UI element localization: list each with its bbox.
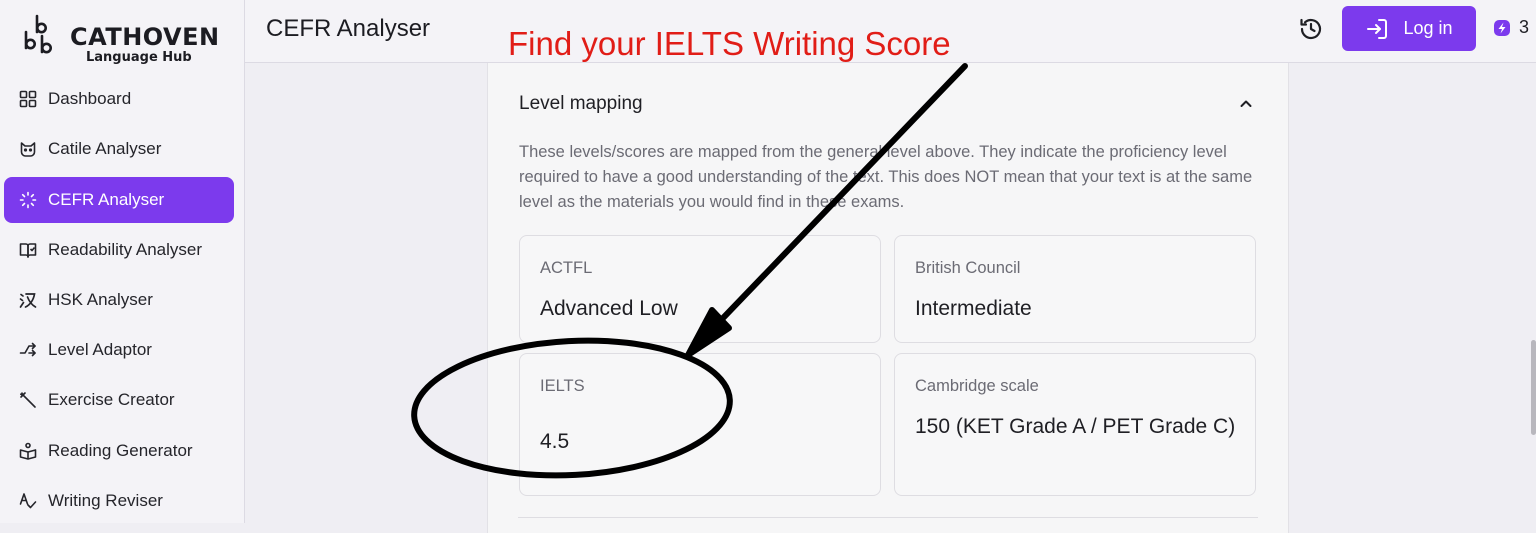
login-label: Log in (1403, 18, 1453, 38)
sidebar-item-label: Writing Reviser (48, 491, 163, 510)
sidebar-item-label: CEFR Analyser (48, 190, 165, 209)
tile-ielts: IELTS 4.5 (519, 353, 881, 496)
login-button[interactable]: Log in (1342, 6, 1476, 51)
sidebar-item-label: Catile Analyser (48, 139, 162, 158)
loader-icon (18, 190, 38, 210)
section-title[interactable]: Level mapping (519, 93, 643, 115)
sidebar-item-exercise-creator[interactable]: Exercise Creator (4, 377, 234, 423)
sidebar-item-cefr-analyser[interactable]: CEFR Analyser (4, 177, 234, 223)
sidebar-item-label: Readability Analyser (48, 240, 203, 259)
credits-count: 3 (1519, 17, 1530, 37)
tile-value: 150 (KET Grade A / PET Grade C) (915, 415, 1236, 438)
tile-cambridge-scale: Cambridge scale 150 (KET Grade A / PET G… (894, 353, 1256, 496)
sidebar-item-label: HSK Analyser (48, 290, 153, 309)
sidebar-item-writing-reviser[interactable]: Writing Reviser (4, 478, 234, 524)
tile-value: Intermediate (915, 297, 1032, 320)
sidebar-item-reading-generator[interactable]: Reading Generator (4, 428, 234, 474)
login-icon (1367, 18, 1388, 39)
brand-logo[interactable]: CATHOVEN Language Hub (22, 12, 237, 65)
cat-icon (18, 139, 38, 159)
tile-value: 4.5 (540, 430, 570, 453)
divider (518, 517, 1258, 518)
sidebar-item-dashboard[interactable]: Dashboard (4, 76, 234, 122)
sidebar-item-hsk-analyser[interactable]: HSK Analyser (4, 277, 234, 323)
grid-icon (18, 89, 38, 109)
tile-label: IELTS (540, 377, 585, 395)
sidebar-item-readability-analyser[interactable]: Readability Analyser (4, 227, 234, 273)
brand-subtitle: Language Hub (86, 50, 192, 65)
sidebar-item-label: Exercise Creator (48, 390, 175, 409)
shuffle-icon (18, 340, 38, 360)
sidebar-item-label: Dashboard (48, 89, 132, 108)
book-icon (18, 240, 38, 260)
sidebar: CATHOVEN Language Hub Dashboard Catile A… (0, 0, 245, 523)
credits-badge[interactable]: 3 (1493, 17, 1529, 38)
tile-label: ACTFL (540, 259, 593, 277)
level-mapping-card: Level mapping These levels/scores are ma… (487, 63, 1289, 533)
spell-check-icon (18, 491, 38, 511)
page-title: CEFR Analyser (266, 15, 431, 42)
sidebar-item-catile-analyser[interactable]: Catile Analyser (4, 126, 234, 172)
sidebar-item-label: Reading Generator (48, 441, 193, 460)
sidebar-item-label: Level Adaptor (48, 340, 152, 359)
tile-value: Advanced Low (540, 297, 678, 320)
section-description: These levels/scores are mapped from the … (519, 143, 1253, 211)
chinese-char-icon (18, 290, 38, 310)
sidebar-item-level-adaptor[interactable]: Level Adaptor (4, 327, 234, 373)
annotation-text: Find your IELTS Writing Score (508, 25, 951, 62)
chevron-up-icon[interactable] (1238, 96, 1254, 112)
scrollbar-thumb[interactable] (1531, 340, 1536, 435)
history-icon[interactable] (1298, 16, 1324, 42)
logo-icon (24, 14, 52, 54)
tile-label: Cambridge scale (915, 377, 1039, 395)
tile-label: British Council (915, 259, 1021, 277)
reader-icon (18, 441, 38, 461)
brand-name: CATHOVEN (70, 23, 220, 51)
wand-icon (18, 390, 38, 410)
tile-actfl: ACTFL Advanced Low (519, 235, 881, 343)
credits-icon (1494, 19, 1510, 36)
tile-british-council: British Council Intermediate (894, 235, 1256, 343)
